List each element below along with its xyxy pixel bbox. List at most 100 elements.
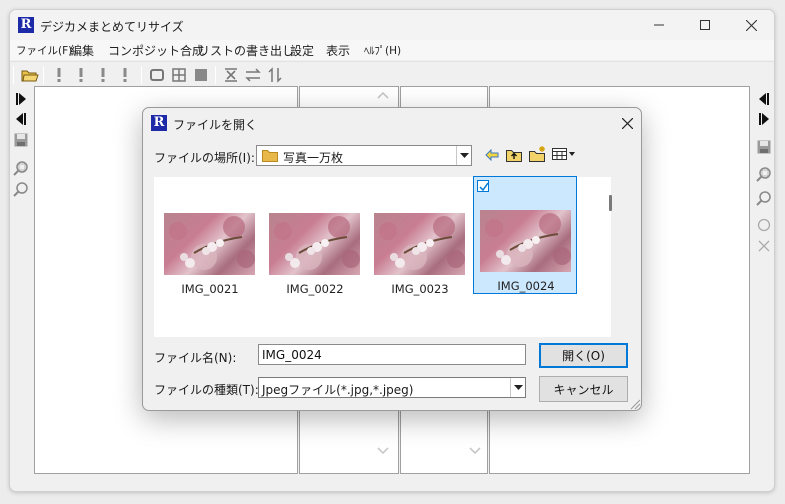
play-left-icon (16, 113, 26, 125)
toolbar-separator (215, 66, 216, 84)
magnifier-icon (13, 182, 28, 197)
chevron-up-icon (377, 91, 389, 99)
scrollbar-thumb[interactable] (609, 195, 612, 211)
selection-checkbox[interactable] (477, 180, 489, 192)
blossom-photo-icon (169, 216, 255, 270)
zoom-fit-button[interactable] (13, 161, 29, 177)
file-name: IMG_0022 (286, 282, 344, 296)
menu-file[interactable]: ファイル(F) (16, 43, 72, 58)
frame-icon (150, 69, 164, 81)
fill-button[interactable] (192, 66, 210, 84)
swap-vertical-button[interactable] (266, 66, 284, 84)
remove-button[interactable] (756, 238, 772, 254)
open-button[interactable]: 開く(O) (539, 343, 628, 368)
magnifier-icon (756, 167, 771, 182)
sort-button[interactable] (222, 66, 240, 84)
up-folder-button[interactable] (504, 145, 524, 164)
file-thumbnail (480, 210, 571, 272)
new-folder-icon (529, 146, 545, 162)
folder-icon (262, 150, 278, 162)
file-list-view[interactable]: IMG_0021 IMG_0022 IMG_0023 IMG_0024 (154, 176, 612, 337)
magnifier-icon (13, 161, 28, 176)
location-value: 写真一万枚 (283, 151, 344, 165)
swap-horizontal-icon (245, 68, 261, 82)
sort-icon (225, 68, 237, 82)
maximize-icon (700, 20, 710, 30)
filename-label: ファイル名(N): (154, 351, 237, 365)
file-item[interactable]: IMG_0023 (368, 179, 472, 296)
filetype-combobox[interactable]: Jpegファイル(*.jpg,*.jpeg) (258, 377, 526, 398)
dialog-title: ファイルを開く (173, 118, 258, 132)
title-bar: R デジカメまとめてリサイズ (10, 10, 774, 40)
right-side-toolbar (752, 87, 774, 487)
checkmark-icon (479, 182, 489, 192)
open-folder-button[interactable] (21, 66, 39, 84)
file-item[interactable]: IMG_0021 (158, 179, 262, 296)
x-mark-icon (758, 240, 770, 252)
file-name: IMG_0021 (181, 282, 239, 296)
save-button-right[interactable] (756, 139, 772, 155)
menu-export-list[interactable]: リストの書き出し (198, 42, 294, 59)
zoom-button-right[interactable] (756, 191, 772, 207)
file-thumbnail (374, 213, 465, 275)
play-right-icon (759, 113, 769, 125)
toolbar (10, 61, 774, 87)
mark-button-1[interactable] (50, 66, 68, 84)
file-name: IMG_0024 (497, 279, 555, 293)
open-folder-icon (21, 70, 39, 82)
file-open-dialog: R ファイルを開く ファイルの場所(I): 写真一万枚 IMG_0021 IMG_… (142, 107, 642, 411)
mark-button-4[interactable] (116, 66, 134, 84)
minimize-button[interactable] (636, 10, 682, 40)
zoom-fit-button-right[interactable] (756, 167, 772, 183)
zoom-button[interactable] (13, 182, 29, 198)
mark-button-2[interactable] (72, 66, 90, 84)
blossom-photo-icon (274, 216, 360, 270)
file-name: IMG_0023 (391, 282, 449, 296)
close-icon (745, 19, 757, 31)
blossom-photo-icon (379, 216, 465, 270)
minimize-icon (654, 24, 664, 26)
save-button[interactable] (13, 132, 29, 148)
circle-button[interactable] (756, 217, 772, 233)
up-folder-icon (505, 150, 522, 162)
grid-button[interactable] (170, 66, 188, 84)
exclamation-icon (57, 68, 61, 82)
close-button[interactable] (728, 10, 774, 40)
view-menu-button[interactable] (551, 145, 577, 163)
location-label: ファイルの場所(I): (154, 151, 255, 165)
prev-left-button-right[interactable] (756, 91, 772, 107)
file-item[interactable]: IMG_0022 (263, 179, 367, 296)
filetype-dropdown-button[interactable] (510, 378, 525, 397)
mark-button-3[interactable] (94, 66, 112, 84)
file-item[interactable]: IMG_0024 (473, 176, 577, 294)
filetype-value: Jpegファイル(*.jpg,*.jpeg) (262, 383, 414, 397)
menu-settings[interactable]: 設定 (290, 42, 314, 59)
dialog-close-button[interactable] (617, 114, 637, 132)
location-combobox[interactable]: 写真一万枚 (256, 145, 472, 166)
location-dropdown-button[interactable] (456, 146, 471, 165)
menu-edit[interactable]: 編集 (70, 42, 94, 59)
dropdown-arrow-icon (513, 384, 523, 390)
save-icon (14, 133, 28, 147)
blossom-photo-icon (485, 213, 571, 267)
prev-left-button[interactable] (13, 111, 29, 127)
next-right-button-right[interactable] (756, 111, 772, 127)
view-menu-icon (552, 148, 575, 160)
new-folder-button[interactable] (528, 144, 548, 164)
cancel-button[interactable]: キャンセル (539, 376, 628, 402)
menu-composite[interactable]: コンポジット合成 (108, 42, 204, 59)
file-thumbnail (269, 213, 360, 275)
menu-view[interactable]: 表示 (326, 42, 350, 59)
maximize-button[interactable] (682, 10, 728, 40)
circle-icon (757, 218, 771, 232)
swap-horizontal-button[interactable] (244, 66, 262, 84)
resize-grip-icon[interactable] (629, 398, 641, 410)
frame-button[interactable] (148, 66, 166, 84)
file-thumbnail (164, 213, 255, 275)
exclamation-icon (123, 68, 127, 82)
filename-input[interactable] (258, 344, 526, 365)
back-button[interactable] (483, 146, 501, 164)
menu-help[interactable]: ﾍﾙﾌﾟ(H) (364, 43, 401, 58)
window-title: デジカメまとめてリサイズ (40, 20, 184, 34)
next-right-button[interactable] (13, 91, 29, 107)
